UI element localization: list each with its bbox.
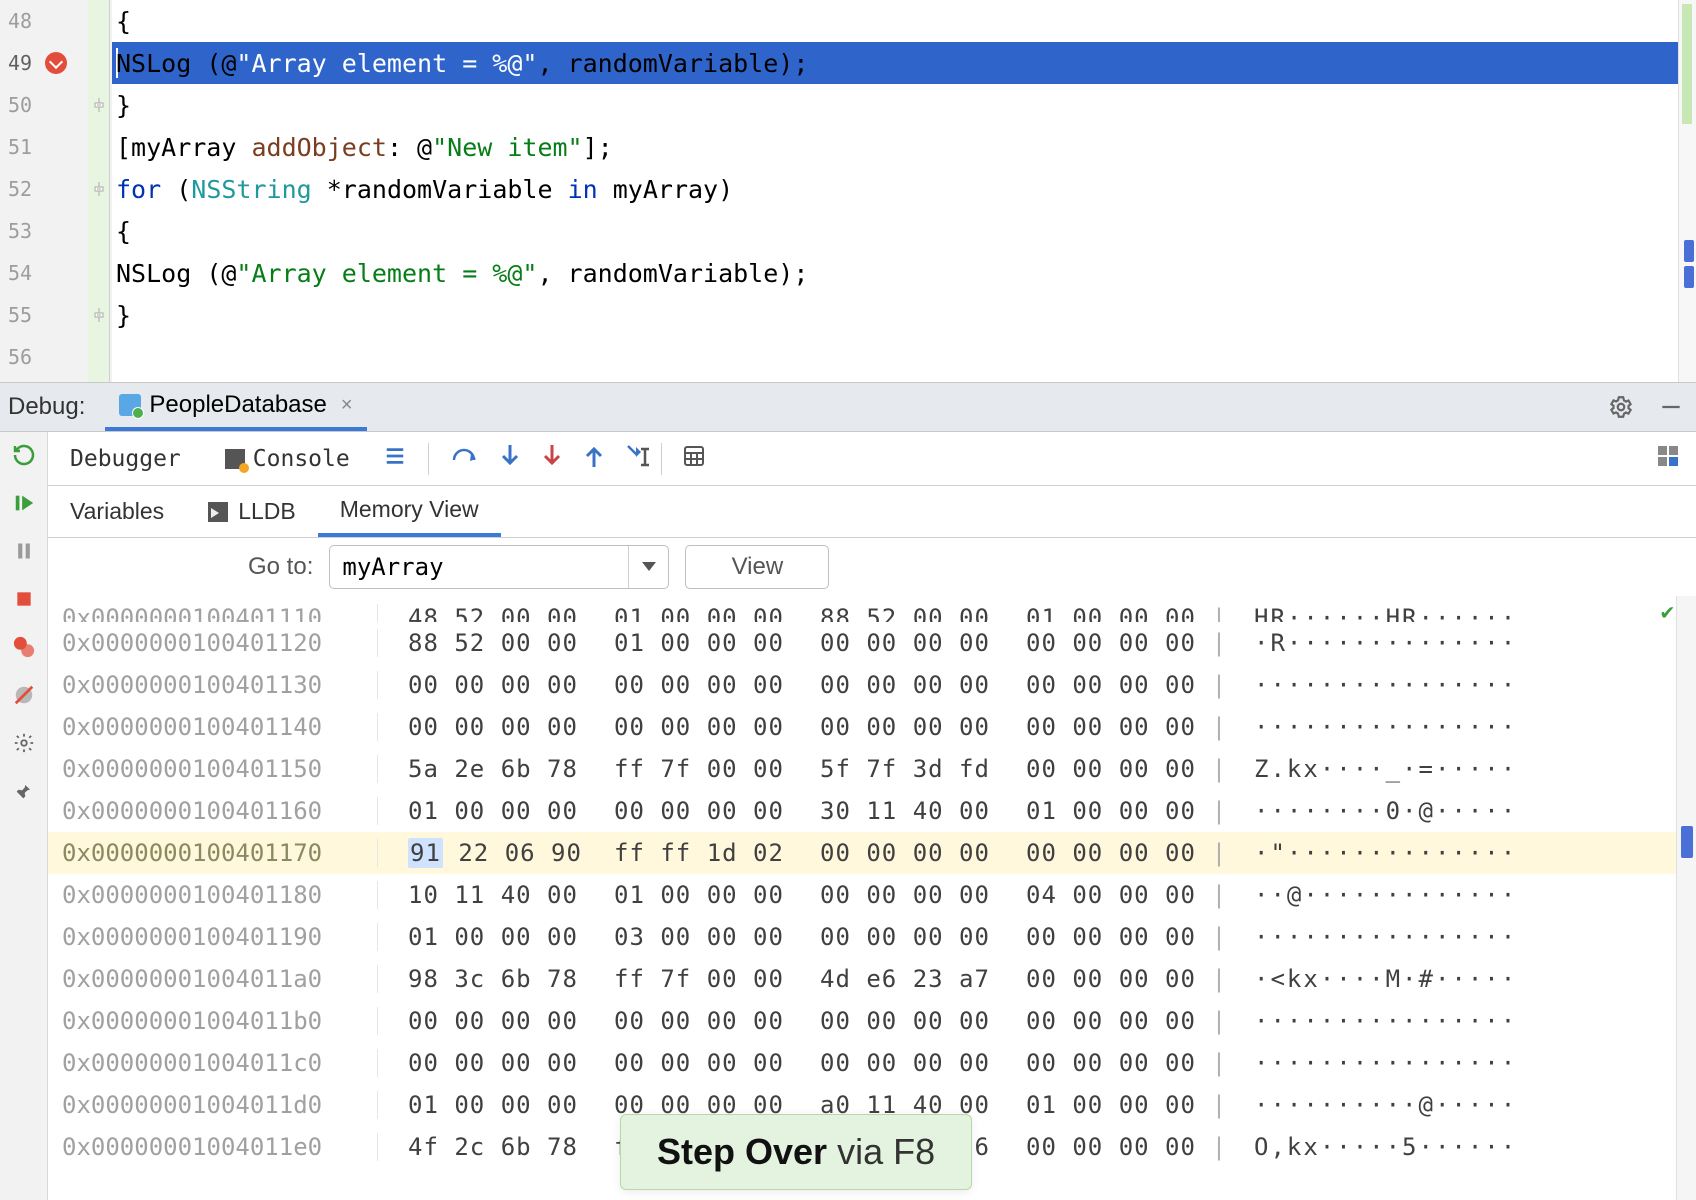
debug-toolwindow-header: Debug: PeopleDatabase × [0,382,1696,432]
tab-lldb-label: LLDB [238,498,296,525]
view-button-label: View [732,553,784,581]
memory-row[interactable]: 0x000000010040112088 52 00 0001 00 00 00… [48,622,1696,664]
tab-debugger-label: Debugger [70,446,181,472]
stop-icon[interactable] [11,586,37,612]
memory-row[interactable]: 0x000000010040117091 22 06 90ff ff 1d 02… [48,832,1696,874]
memory-goto-bar: Go to: myArray View [48,538,1696,596]
debug-settings-icon[interactable] [11,730,37,756]
step-over-icon[interactable] [451,444,479,474]
memory-row[interactable]: 0x000000010040119001 00 00 0003 00 00 00… [48,916,1696,958]
force-step-into-icon[interactable] [541,443,563,475]
code-editor[interactable]: 484950515253545556 { NSLog (@"Array elem… [0,0,1696,382]
code-line[interactable]: NSLog (@"Array element = %@", randomVari… [112,42,1696,84]
action-toast: Step Over via F8 [620,1114,972,1190]
code-line[interactable]: NSLog (@"Array element = %@", randomVari… [112,252,1696,294]
breakpoint-icon[interactable] [45,52,67,74]
toast-action: Step Over [657,1131,827,1172]
memory-hex-view[interactable]: 0x000000010040111048 52 00 0001 00 00 00… [48,596,1696,1200]
code-line[interactable]: } [112,294,1696,336]
layout-settings-icon[interactable] [1656,444,1680,474]
code-line[interactable]: [myArray addObject: @"New item"]; [112,126,1696,168]
gutter-line[interactable]: 55 [0,294,112,336]
step-into-icon[interactable] [499,443,521,475]
debug-inner-tabs: Variables LLDB Memory View [48,486,1696,538]
tab-debugger[interactable]: Debugger [48,432,203,485]
run-to-cursor-icon[interactable] [625,443,651,475]
memory-row[interactable]: 0x00000001004011505a 2e 6b 78ff 7f 00 00… [48,748,1696,790]
tab-console-label: Console [253,446,350,472]
code-line[interactable]: for (NSString *randomVariable in myArray… [112,168,1696,210]
tab-variables[interactable]: Variables [48,486,186,537]
gutter-line[interactable]: 50 [0,84,112,126]
check-icon: ✔ [1661,600,1674,625]
gutter-line[interactable]: 49 [0,42,112,84]
memory-scrollbar[interactable] [1676,596,1696,1200]
memory-row[interactable]: 0x000000010040116001 00 00 0000 00 00 00… [48,790,1696,832]
run-config-icon [119,394,141,416]
chevron-down-icon[interactable] [628,546,668,588]
memory-row[interactable]: 0x00000001004011a098 3c 6b 78ff 7f 00 00… [48,958,1696,1000]
tab-memory-view[interactable]: Memory View [318,486,501,537]
run-config-tab[interactable]: PeopleDatabase × [105,383,366,431]
step-out-icon[interactable] [583,443,605,475]
code-line[interactable]: { [112,0,1696,42]
goto-address-combo[interactable]: myArray [329,545,669,589]
editor-scrollbar[interactable] [1678,0,1696,382]
gutter-line[interactable]: 54 [0,252,112,294]
evaluate-expression-icon[interactable] [682,444,706,474]
gutter-line[interactable]: 53 [0,210,112,252]
gutter-line[interactable]: 56 [0,336,112,378]
tab-memory-label: Memory View [340,496,479,523]
gutter-line[interactable]: 51 [0,126,112,168]
run-config-name: PeopleDatabase [149,391,326,419]
code-line[interactable]: } [112,84,1696,126]
pin-icon[interactable] [11,778,37,804]
minimize-icon[interactable] [1658,394,1684,420]
memory-row[interactable]: 0x00000001004011b000 00 00 0000 00 00 00… [48,1000,1696,1042]
view-button[interactable]: View [685,545,829,589]
tab-variables-label: Variables [70,498,164,525]
console-icon [225,449,245,469]
gutter-line[interactable]: 52 [0,168,112,210]
threads-icon[interactable] [382,445,408,473]
mute-breakpoints-icon[interactable] [11,682,37,708]
gutter-line[interactable]: 48 [0,0,112,42]
resume-icon[interactable] [11,490,37,516]
editor-gutter: 484950515253545556 [0,0,112,382]
close-icon[interactable]: × [341,394,353,417]
memory-row[interactable]: 0x000000010040111048 52 00 0001 00 00 00… [48,596,1696,622]
code-line[interactable]: { [112,210,1696,252]
memory-row[interactable]: 0x000000010040114000 00 00 0000 00 00 00… [48,706,1696,748]
debug-left-rail [0,432,48,1200]
fold-handle-icon[interactable] [92,308,106,322]
goto-label: Go to: [248,553,313,581]
rerun-icon[interactable] [11,442,37,468]
tab-console[interactable]: Console [203,432,372,485]
code-line[interactable] [112,336,1696,378]
goto-value: myArray [342,553,443,581]
view-breakpoints-icon[interactable] [11,634,37,660]
code-area[interactable]: { NSLog (@"Array element = %@", randomVa… [112,0,1696,382]
step-toolbar [451,443,651,475]
memory-row[interactable]: 0x00000001004011c000 00 00 0000 00 00 00… [48,1042,1696,1084]
memory-row[interactable]: 0x000000010040113000 00 00 0000 00 00 00… [48,664,1696,706]
debugger-tabbar: Debugger Console [48,432,1696,486]
toast-shortcut: via F8 [827,1131,935,1172]
lldb-icon [208,502,228,522]
pause-icon[interactable] [11,538,37,564]
tab-lldb[interactable]: LLDB [186,486,318,537]
gear-icon[interactable] [1608,394,1634,420]
memory-row[interactable]: 0x000000010040118010 11 40 0001 00 00 00… [48,874,1696,916]
debug-title: Debug: [8,393,85,421]
fold-handle-icon[interactable] [92,98,106,112]
fold-handle-icon[interactable] [92,182,106,196]
